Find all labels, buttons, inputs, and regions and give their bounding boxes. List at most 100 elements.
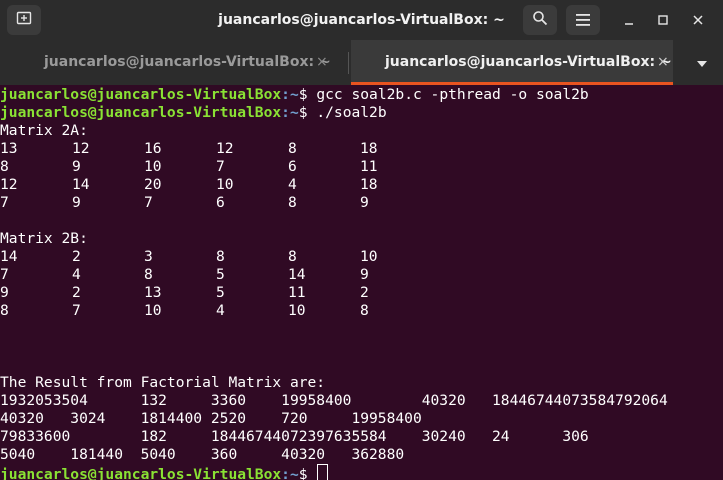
prompt-path: :~ xyxy=(281,86,299,103)
text-cursor xyxy=(317,464,329,480)
matrix-cell: 7 xyxy=(0,266,9,283)
matrix-cell: 9 xyxy=(72,194,81,211)
matrix-cell: 20 xyxy=(144,176,162,193)
prompt-path: :~ xyxy=(281,104,299,121)
maximize-button[interactable] xyxy=(651,8,675,32)
close-icon xyxy=(692,11,704,30)
matrix-cell: 7 xyxy=(0,194,9,211)
tab-dropdown-icon xyxy=(696,53,708,72)
matrix-cell: 9 xyxy=(360,194,369,211)
result-label: The Result from Factorial Matrix are: xyxy=(0,374,326,391)
matrix-cell: 5 xyxy=(216,266,225,283)
matrix-row: 7 9 7 6 8 9 xyxy=(0,194,723,212)
matrix-cell: 14 xyxy=(0,248,18,265)
matrix-cell: 16 xyxy=(144,140,162,157)
hamburger-menu-icon xyxy=(576,11,590,30)
matrix-cell: 8 xyxy=(288,140,297,157)
matrix-cell: 2 xyxy=(360,284,369,301)
matrix-cell: 6 xyxy=(288,158,297,175)
matrix-cell: 8 xyxy=(0,302,9,319)
minimize-icon xyxy=(623,11,635,30)
tab-2-active[interactable]: juancarlos@juancarlos-VirtualBox: ~ × xyxy=(351,40,673,85)
tab-1[interactable]: juancarlos@juancarlos-VirtualBox: ~ × xyxy=(0,40,348,85)
matrix-cell: 10 xyxy=(360,248,378,265)
matrix-cell: 8 xyxy=(360,302,369,319)
tab-1-label: juancarlos@juancarlos-VirtualBox: ~ xyxy=(44,54,331,70)
matrix-cell: 8 xyxy=(288,194,297,211)
matrix-cell: 7 xyxy=(144,194,153,211)
prompt-user: juancarlos@juancarlos-VirtualBox xyxy=(0,104,282,121)
tab-2-close-icon[interactable]: × xyxy=(657,40,669,85)
minimize-button[interactable] xyxy=(617,8,641,32)
matrix-cell: 13 xyxy=(144,284,162,301)
search-icon xyxy=(532,10,548,30)
matrix-row: 8 7 10 4 10 8 xyxy=(0,302,723,320)
matrix-cell: 13 xyxy=(0,140,18,157)
tab-dropdown-button[interactable] xyxy=(681,40,723,85)
matrix-cell: 9 xyxy=(72,158,81,175)
matrix-cell: 8 xyxy=(288,248,297,265)
close-button[interactable] xyxy=(686,8,710,32)
window-title: juancarlos@juancarlos-VirtualBox: ~ xyxy=(218,12,505,28)
command-line: juancarlos@juancarlos-VirtualBox:~$ ./so… xyxy=(0,104,723,122)
matrix-cell: 9 xyxy=(360,266,369,283)
matrix-cell: 8 xyxy=(144,266,153,283)
matrix-cell: 10 xyxy=(144,158,162,175)
matrix-cell: 2 xyxy=(72,284,81,301)
matrix-cell: 7 xyxy=(72,302,81,319)
matrix-cell: 4 xyxy=(288,176,297,193)
prompt-symbol: $ xyxy=(298,104,308,121)
matrix-cell: 2 xyxy=(72,248,81,265)
result-line: 40320 3024 1814400 2520 720 19958400 xyxy=(0,410,422,427)
maximize-icon xyxy=(657,11,669,30)
matrix-row: 9 2 13 5 11 2 xyxy=(0,284,723,302)
terminal-output[interactable]: juancarlos@juancarlos-VirtualBox:~$ gcc … xyxy=(0,86,723,480)
prompt-user: juancarlos@juancarlos-VirtualBox xyxy=(0,86,282,103)
matrix-cell: 10 xyxy=(288,302,306,319)
new-tab-icon xyxy=(16,10,32,30)
prompt-user: juancarlos@juancarlos-VirtualBox xyxy=(0,466,282,480)
matrix-cell: 12 xyxy=(216,140,234,157)
matrix-cell: 12 xyxy=(72,140,90,157)
matrix-row: 13 12 16 12 8 18 xyxy=(0,140,723,158)
command-text: ./soal2b xyxy=(307,104,387,121)
matrix-cell: 5 xyxy=(216,284,225,301)
matrix-cell: 18 xyxy=(360,140,378,157)
matrix-row: 14 2 3 8 8 10 xyxy=(0,248,723,266)
new-tab-button[interactable] xyxy=(7,5,41,35)
prompt-symbol: $ xyxy=(298,86,308,103)
result-line: 1932053504 132 3360 19958400 40320 18446… xyxy=(0,392,668,409)
search-button[interactable] xyxy=(523,5,557,35)
command-line: juancarlos@juancarlos-VirtualBox:~$ gcc … xyxy=(0,86,723,104)
matrix-cell: 12 xyxy=(0,176,18,193)
matrix-cell: 14 xyxy=(288,266,306,283)
command-text: gcc soal2b.c -pthread -o soal2b xyxy=(307,86,589,103)
matrix-row: 7 4 8 5 14 9 xyxy=(0,266,723,284)
prompt-path: :~ xyxy=(281,466,299,480)
menu-button[interactable] xyxy=(566,5,600,35)
result-line: 79833600 182 18446744072397635584 30240 … xyxy=(0,428,589,445)
matrix-cell: 4 xyxy=(216,302,225,319)
matrix-cell: 3 xyxy=(144,248,153,265)
matrix-cell: 10 xyxy=(144,302,162,319)
matrix-row: 8 9 10 7 6 11 xyxy=(0,158,723,176)
matrix-b-label: Matrix 2B: xyxy=(0,230,88,247)
matrix-cell: 14 xyxy=(72,176,90,193)
tab-2-label: juancarlos@juancarlos-VirtualBox: ~ xyxy=(385,54,672,70)
matrix-cell: 9 xyxy=(0,284,9,301)
tab-divider xyxy=(348,52,349,74)
matrix-cell: 6 xyxy=(216,194,225,211)
command-line: juancarlos@juancarlos-VirtualBox:~$ xyxy=(0,464,723,480)
matrix-cell: 10 xyxy=(216,176,234,193)
matrix-a-label: Matrix 2A: xyxy=(0,122,88,139)
result-line: 5040 181440 5040 360 40320 362880 xyxy=(0,446,405,463)
tab-1-close-icon[interactable]: × xyxy=(316,40,328,85)
tab-bar: juancarlos@juancarlos-VirtualBox: ~ × ju… xyxy=(0,40,723,85)
matrix-cell: 8 xyxy=(0,158,9,175)
matrix-row: 12 14 20 10 4 18 xyxy=(0,176,723,194)
prompt-symbol: $ xyxy=(298,466,308,480)
